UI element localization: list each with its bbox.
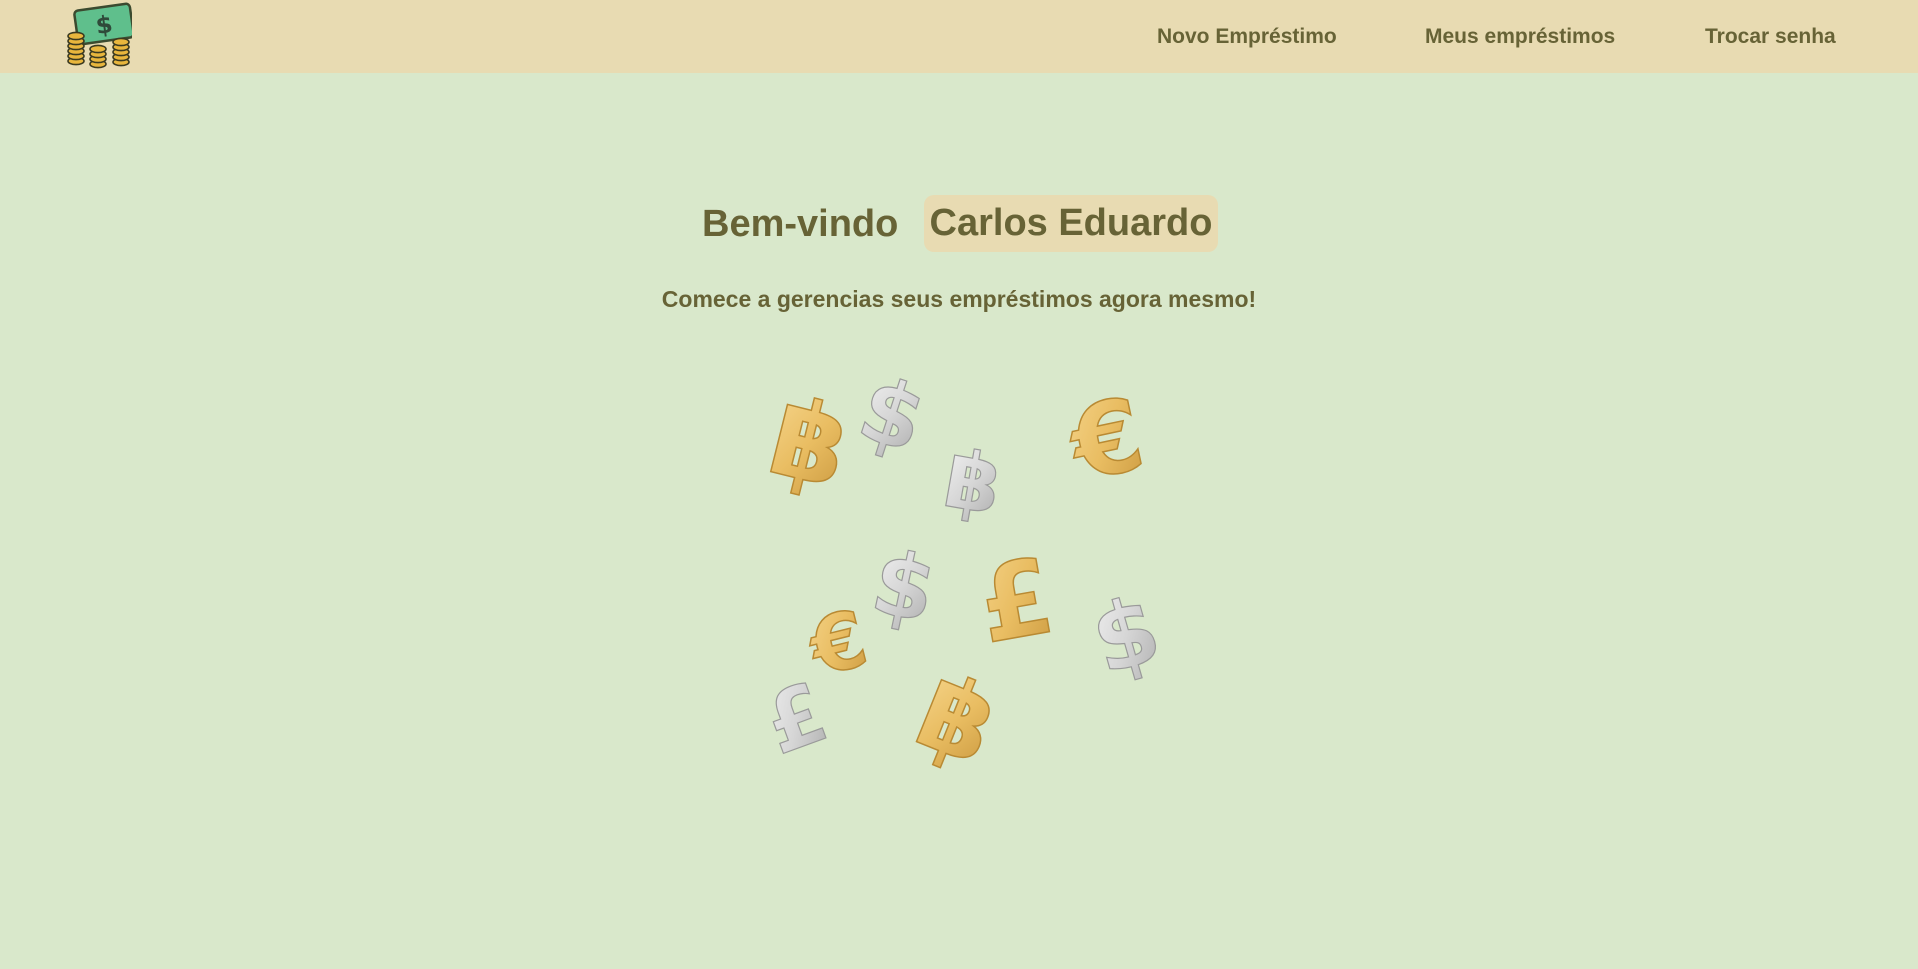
nav-trocar-senha[interactable]: Trocar senha — [1705, 0, 1836, 73]
nav-meus-emprestimos[interactable]: Meus empréstimos — [1425, 0, 1615, 73]
top-navigation-bar: $ Novo Empréstimo Meus empréstimos Troca… — [0, 0, 1918, 73]
dollar-silver-symbol-2: $ — [863, 530, 944, 643]
euro-gold-symbol-1: € — [1059, 375, 1153, 504]
nav-novo-emprestimo[interactable]: Novo Empréstimo — [1157, 0, 1337, 73]
user-name: Carlos Eduardo — [929, 202, 1213, 244]
bitcoin-gold-symbol-2: ฿ — [901, 649, 1014, 785]
welcome-heading: Bem-vindo — [702, 203, 899, 245]
user-name-badge: Carlos Eduardo — [924, 195, 1218, 252]
money-coins-icon[interactable]: $ — [66, 2, 132, 70]
dollar-silver-symbol-3: $ — [1081, 575, 1172, 696]
bitcoin-gold-symbol-1: ฿ — [758, 374, 861, 513]
currency-symbols-illustration: ฿ $ ฿ € $ £ $ € £ ฿ — [753, 355, 1173, 785]
welcome-subtitle: Comece a gerencias seus empréstimos agor… — [661, 286, 1257, 312]
bitcoin-silver-symbol: ฿ — [938, 432, 1009, 533]
dollar-silver-symbol-1: $ — [847, 356, 937, 473]
pound-gold-symbol: £ — [970, 535, 1062, 668]
